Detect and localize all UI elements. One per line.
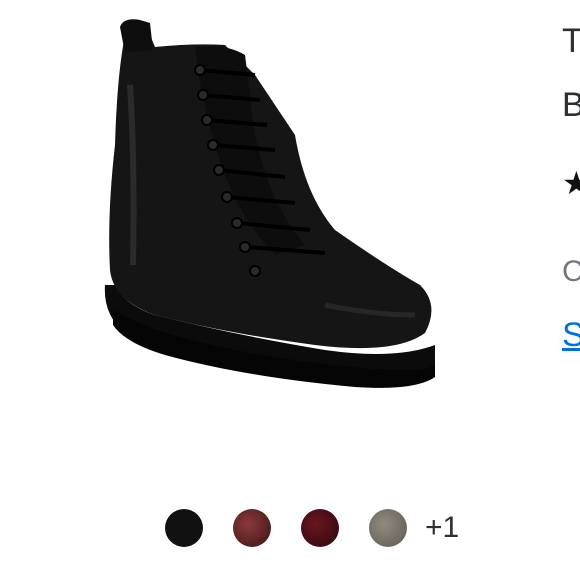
color-swatches: +1 [165, 507, 459, 549]
swatch-taupe[interactable] [369, 509, 407, 547]
star-icon: ★ [562, 165, 580, 201]
product-image[interactable] [95, 15, 445, 400]
product-link[interactable]: S [562, 316, 580, 355]
boot-image [104, 19, 435, 388]
product-title[interactable]: T [562, 22, 580, 61]
swatch-burgundy[interactable] [233, 509, 271, 547]
option-label: C [562, 255, 580, 288]
swatch-black[interactable] [165, 509, 203, 547]
swatch-maroon[interactable] [301, 509, 339, 547]
more-colors-count[interactable]: +1 [425, 511, 459, 545]
product-brand[interactable]: B [562, 86, 580, 125]
